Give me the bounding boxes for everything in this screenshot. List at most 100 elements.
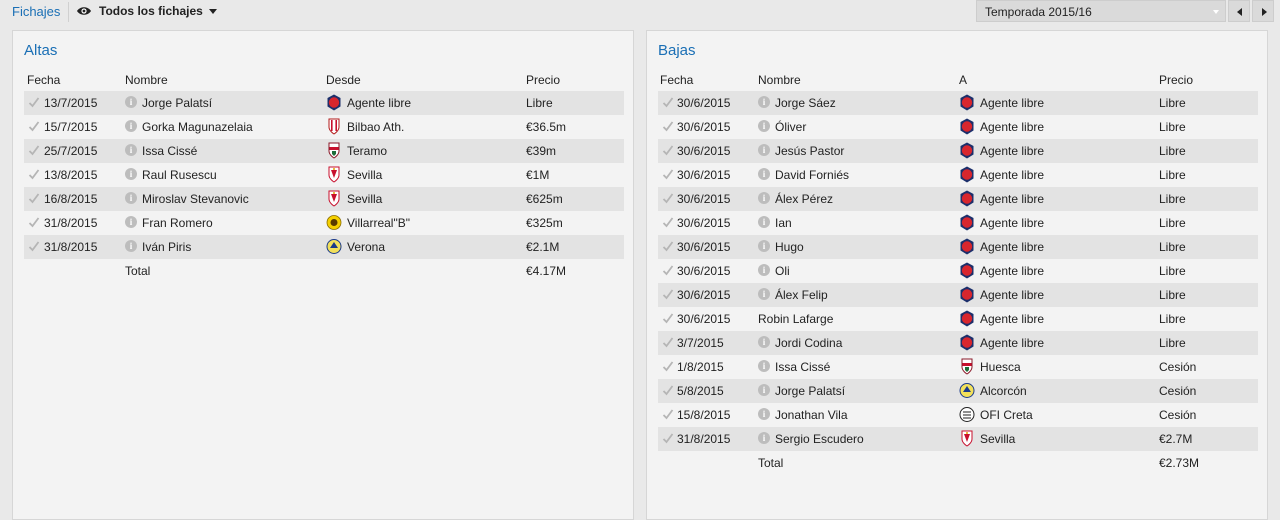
info-icon[interactable]: i: [758, 240, 770, 252]
column-header-price[interactable]: Precio: [1159, 73, 1193, 87]
info-icon[interactable]: i: [758, 408, 770, 420]
table-row[interactable]: 30/6/2015 i Jorge Sáez Agente libre Libre: [658, 91, 1258, 115]
previous-season-button[interactable]: [1228, 0, 1250, 22]
player-name[interactable]: Issa Cissé: [142, 144, 197, 158]
club-name[interactable]: Agente libre: [980, 312, 1044, 326]
club-name[interactable]: Huesca: [980, 360, 1021, 374]
view-filter-dropdown[interactable]: Todos los fichajes: [76, 4, 217, 18]
table-row[interactable]: 15/8/2015 i Jonathan Vila OFI Creta Cesión: [658, 403, 1258, 427]
player-name[interactable]: Jordi Codina: [775, 336, 842, 350]
club-name[interactable]: Agente libre: [347, 96, 411, 110]
club-name[interactable]: Agente libre: [980, 192, 1044, 206]
info-icon[interactable]: i: [758, 288, 770, 300]
info-icon[interactable]: i: [758, 384, 770, 396]
club-name[interactable]: Agente libre: [980, 120, 1044, 134]
player-name[interactable]: Hugo: [775, 240, 804, 254]
player-name[interactable]: Jorge Palatsí: [142, 96, 212, 110]
info-icon[interactable]: i: [758, 360, 770, 372]
club-name[interactable]: Sevilla: [347, 192, 382, 206]
info-icon[interactable]: i: [125, 96, 137, 108]
club-name[interactable]: Agente libre: [980, 264, 1044, 278]
club-name[interactable]: Sevilla: [347, 168, 382, 182]
table-row[interactable]: 30/6/2015 i Oli Agente libre Libre: [658, 259, 1258, 283]
player-name[interactable]: Óliver: [775, 120, 806, 134]
tab-fichajes[interactable]: Fichajes: [12, 4, 60, 19]
club-name[interactable]: Agente libre: [980, 288, 1044, 302]
table-row[interactable]: 5/8/2015 i Jorge Palatsí Alcorcón Cesión: [658, 379, 1258, 403]
player-name[interactable]: Oli: [775, 264, 790, 278]
info-icon[interactable]: i: [125, 192, 137, 204]
info-icon[interactable]: i: [125, 240, 137, 252]
player-name[interactable]: Ian: [775, 216, 792, 230]
player-name[interactable]: Iván Piris: [142, 240, 191, 254]
table-row[interactable]: 16/8/2015 i Miroslav Stevanovic Sevilla €625…: [24, 187, 624, 211]
column-header-to[interactable]: A: [959, 73, 967, 87]
info-icon[interactable]: i: [758, 144, 770, 156]
club-name[interactable]: Alcorcón: [980, 384, 1027, 398]
column-header-from[interactable]: Desde: [326, 73, 361, 87]
info-icon[interactable]: i: [125, 144, 137, 156]
club-name[interactable]: Teramo: [347, 144, 387, 158]
column-header-price[interactable]: Precio: [526, 73, 560, 87]
club-name[interactable]: Agente libre: [980, 336, 1044, 350]
table-row[interactable]: 31/8/2015 i Iván Piris Verona €2.1M: [24, 235, 624, 259]
table-row[interactable]: 30/6/2015 i Óliver Agente libre Libre: [658, 115, 1258, 139]
next-season-button[interactable]: [1252, 0, 1274, 22]
table-row[interactable]: 31/8/2015 i Sergio Escudero Sevilla €2.7M: [658, 427, 1258, 451]
club-name[interactable]: Agente libre: [980, 96, 1044, 110]
player-name[interactable]: Jonathan Vila: [775, 408, 848, 422]
club-name[interactable]: Agente libre: [980, 216, 1044, 230]
table-row[interactable]: 30/6/2015 Robin Lafarge Agente libre Libre: [658, 307, 1258, 331]
player-name[interactable]: Sergio Escudero: [775, 432, 864, 446]
info-icon[interactable]: i: [758, 216, 770, 228]
table-row[interactable]: 31/8/2015 i Fran Romero Villarreal"B" €325m: [24, 211, 624, 235]
info-icon[interactable]: i: [758, 264, 770, 276]
player-name[interactable]: David Forniés: [775, 168, 849, 182]
table-row[interactable]: 30/6/2015 i Álex Pérez Agente libre Libre: [658, 187, 1258, 211]
info-icon[interactable]: i: [758, 432, 770, 444]
column-header-date[interactable]: Fecha: [660, 73, 693, 87]
info-icon[interactable]: i: [758, 192, 770, 204]
info-icon[interactable]: i: [758, 120, 770, 132]
player-name[interactable]: Jorge Palatsí: [775, 384, 845, 398]
club-name[interactable]: Agente libre: [980, 144, 1044, 158]
table-row[interactable]: 15/7/2015 i Gorka Magunazelaia Bilbao Ath. €…: [24, 115, 624, 139]
club-name[interactable]: Villarreal"B": [347, 216, 410, 230]
player-name[interactable]: Robin Lafarge: [758, 312, 833, 326]
table-row[interactable]: 30/6/2015 i Jesús Pastor Agente libre Libre: [658, 139, 1258, 163]
table-row[interactable]: 30/6/2015 i Hugo Agente libre Libre: [658, 235, 1258, 259]
club-name[interactable]: Bilbao Ath.: [347, 120, 404, 134]
club-name[interactable]: Sevilla: [980, 432, 1015, 446]
player-name[interactable]: Issa Cissé: [775, 360, 830, 374]
info-icon[interactable]: i: [758, 168, 770, 180]
player-name[interactable]: Gorka Magunazelaia: [142, 120, 253, 134]
player-name[interactable]: Fran Romero: [142, 216, 213, 230]
player-name[interactable]: Raul Rusescu: [142, 168, 217, 182]
club-name[interactable]: OFI Creta: [980, 408, 1033, 422]
player-name[interactable]: Álex Pérez: [775, 192, 833, 206]
player-name[interactable]: Miroslav Stevanovic: [142, 192, 249, 206]
info-icon[interactable]: i: [125, 168, 137, 180]
player-name[interactable]: Jorge Sáez: [775, 96, 836, 110]
table-row[interactable]: 30/6/2015 i Álex Felip Agente libre Libre: [658, 283, 1258, 307]
info-icon[interactable]: i: [758, 336, 770, 348]
club-name[interactable]: Agente libre: [980, 168, 1044, 182]
player-name[interactable]: Álex Felip: [775, 288, 828, 302]
table-row[interactable]: 13/7/2015 i Jorge Palatsí Agente libre Libre: [24, 91, 624, 115]
column-header-date[interactable]: Fecha: [27, 73, 60, 87]
table-row[interactable]: 3/7/2015 i Jordi Codina Agente libre Libre: [658, 331, 1258, 355]
club-name[interactable]: Verona: [347, 240, 385, 254]
table-row[interactable]: 25/7/2015 i Issa Cissé Teramo €39m: [24, 139, 624, 163]
info-icon[interactable]: i: [125, 216, 137, 228]
table-row[interactable]: 30/6/2015 i David Forniés Agente libre Libre: [658, 163, 1258, 187]
table-row[interactable]: 13/8/2015 i Raul Rusescu Sevilla €1M: [24, 163, 624, 187]
table-row[interactable]: 1/8/2015 i Issa Cissé Huesca Cesión: [658, 355, 1258, 379]
player-name[interactable]: Jesús Pastor: [775, 144, 844, 158]
season-select[interactable]: Temporada 2015/16: [976, 0, 1226, 22]
club-name[interactable]: Agente libre: [980, 240, 1044, 254]
info-icon[interactable]: i: [758, 96, 770, 108]
column-header-name[interactable]: Nombre: [125, 73, 168, 87]
table-row[interactable]: 30/6/2015 i Ian Agente libre Libre: [658, 211, 1258, 235]
column-header-name[interactable]: Nombre: [758, 73, 801, 87]
info-icon[interactable]: i: [125, 120, 137, 132]
